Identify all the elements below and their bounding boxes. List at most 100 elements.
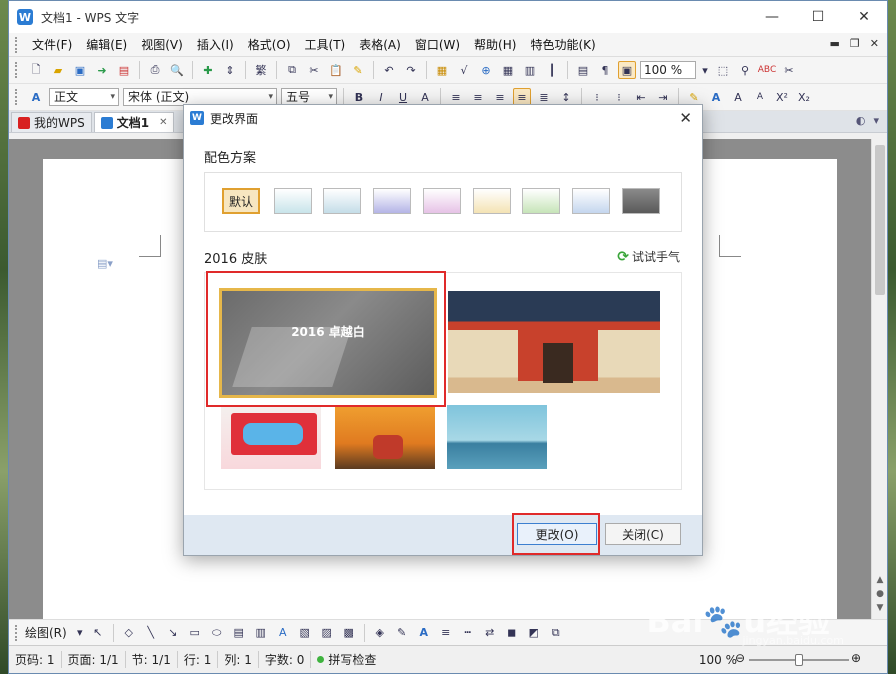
styles-icon[interactable]: A <box>27 88 45 106</box>
table-icon[interactable]: ▦ <box>499 61 517 79</box>
menu-file[interactable]: 文件(F) <box>25 36 79 53</box>
fill-color-icon[interactable]: ◈ <box>371 624 389 642</box>
autoshapes-icon[interactable]: ◇ <box>120 624 138 642</box>
swatch-pink[interactable] <box>423 188 461 214</box>
swatch-yellow[interactable] <box>473 188 511 214</box>
vertical-textbox-icon[interactable]: ▥ <box>252 624 270 642</box>
print-icon[interactable]: ⎙ <box>146 61 164 79</box>
hyperlink-icon[interactable]: ⊕ <box>477 61 495 79</box>
redo-icon[interactable]: ↷ <box>402 61 420 79</box>
print-preview-icon[interactable]: 🔍 <box>168 61 186 79</box>
swatch-cyan[interactable] <box>274 188 312 214</box>
shuffle-skins-button[interactable]: ⟳ 试试手气 <box>617 248 680 265</box>
line-color-icon[interactable]: ✎ <box>393 624 411 642</box>
find-icon[interactable]: ⚲ <box>736 61 754 79</box>
page-nav-arrows[interactable]: ▲ ● ▼ <box>874 573 886 615</box>
word-count[interactable]: 字数: 0 <box>259 651 312 668</box>
menu-special-features[interactable]: 特色功能(K) <box>523 36 602 53</box>
insert-picture-icon[interactable]: ▨ <box>318 624 336 642</box>
menu-table[interactable]: 表格(A) <box>352 36 408 53</box>
select-icon[interactable]: ⬚ <box>714 61 732 79</box>
skin-sea-horizon[interactable] <box>447 405 547 469</box>
toolbar-grip[interactable] <box>15 89 19 105</box>
tab-list-icon[interactable]: ▾ <box>873 114 879 127</box>
swatch-purple[interactable] <box>373 188 411 214</box>
toolbar-grip[interactable] <box>15 62 19 78</box>
tab-close-icon[interactable]: ✕ <box>159 117 167 128</box>
doc-minimize-icon[interactable]: ▬ <box>830 37 840 50</box>
menu-view[interactable]: 视图(V) <box>134 36 190 53</box>
menu-insert[interactable]: 插入(I) <box>190 36 241 53</box>
font-color-icon[interactable]: A <box>707 88 725 106</box>
document-map-icon[interactable]: ▤ <box>574 61 592 79</box>
skin-red-envelope[interactable] <box>221 405 321 469</box>
open-folder-icon[interactable]: ▰ <box>49 61 67 79</box>
doc-restore-icon[interactable]: ❐ <box>850 37 860 50</box>
pdf-icon[interactable]: ▤ <box>115 61 133 79</box>
paste-icon[interactable]: 📋 <box>327 61 345 79</box>
arrow-icon[interactable]: ↘ <box>164 624 182 642</box>
rectangle-icon[interactable]: ▭ <box>186 624 204 642</box>
image-icon[interactable]: ▩ <box>340 624 358 642</box>
close-dialog-button[interactable]: 关闭(C) <box>605 523 681 545</box>
chart-icon[interactable]: ┃ <box>543 61 561 79</box>
close-window-button[interactable]: ✕ <box>841 1 887 33</box>
swatch-default[interactable]: 默认 <box>222 188 260 214</box>
arrange-icon[interactable]: ⧉ <box>547 624 565 642</box>
spellcheck-icon[interactable]: ABC <box>758 61 776 79</box>
zoom-dropdown-icon[interactable]: ▾ <box>700 61 710 79</box>
toolbar-grip[interactable] <box>15 36 19 53</box>
undo-icon[interactable]: ↶ <box>380 61 398 79</box>
vertical-scrollbar[interactable]: ▲ ● ▼ <box>871 139 887 619</box>
insert-table-icon[interactable]: ▦ <box>433 61 451 79</box>
menu-edit[interactable]: 编辑(E) <box>79 36 134 53</box>
insert-object-icon[interactable]: ✚ <box>199 61 217 79</box>
line-style-icon[interactable]: ≡ <box>437 624 455 642</box>
subscript-icon[interactable]: X₂ <box>795 88 813 106</box>
format-painter-icon[interactable]: ✎ <box>349 61 367 79</box>
menu-format[interactable]: 格式(O) <box>241 36 298 53</box>
doc-close-icon[interactable]: ✕ <box>870 37 879 50</box>
wps-app-icon[interactable]: W <box>17 9 33 25</box>
skin-new-year[interactable] <box>448 291 660 393</box>
cut-icon[interactable]: ✂ <box>305 61 323 79</box>
grow-font-icon[interactable]: A <box>729 88 747 106</box>
traditional-chinese-icon[interactable]: 繁 <box>252 61 270 79</box>
tab-menu-icon[interactable]: ◐ <box>856 114 866 127</box>
show-marks-icon[interactable]: ¶ <box>596 61 614 79</box>
tab-my-wps[interactable]: 我的WPS <box>11 112 92 132</box>
draw-menu-button[interactable]: 绘图(R) <box>25 624 67 641</box>
columns-icon[interactable]: ▥ <box>521 61 539 79</box>
dialog-close-icon[interactable]: ✕ <box>679 109 692 127</box>
ellipse-icon[interactable]: ⬭ <box>208 624 226 642</box>
zoom-input[interactable]: 100 % <box>640 61 696 79</box>
wordart-icon[interactable]: A <box>274 624 292 642</box>
swatch-green[interactable] <box>522 188 560 214</box>
skin-autumn-scooter[interactable] <box>335 405 435 469</box>
zoom-in-icon[interactable]: ⊕ <box>851 651 861 665</box>
draw-dropdown-icon[interactable]: ▾ <box>75 624 85 642</box>
toolbar-grip[interactable] <box>15 624 19 641</box>
swatch-light-blue[interactable] <box>323 188 361 214</box>
tab-document1[interactable]: 文档1 ✕ <box>93 112 175 132</box>
menu-help[interactable]: 帮助(H) <box>467 36 523 53</box>
superscript-icon[interactable]: X² <box>773 88 791 106</box>
paragraph-format-icon[interactable]: ▤▾ <box>97 257 113 270</box>
zoom-slider[interactable] <box>749 654 849 666</box>
zoom-percentage[interactable]: 100 % <box>699 653 737 667</box>
reading-layout-icon[interactable]: ▣ <box>618 61 636 79</box>
line-icon[interactable]: ╲ <box>142 624 160 642</box>
dash-style-icon[interactable]: ┅ <box>459 624 477 642</box>
shrink-font-icon[interactable]: A <box>751 88 769 106</box>
page-layout-icon[interactable]: ⇕ <box>221 61 239 79</box>
shadow-icon[interactable]: ◼ <box>503 624 521 642</box>
swatch-blue[interactable] <box>572 188 610 214</box>
clipart-icon[interactable]: ▧ <box>296 624 314 642</box>
font-color-draw-icon[interactable]: A <box>415 624 433 642</box>
scrollbar-thumb[interactable] <box>875 145 885 295</box>
zoom-slider-knob[interactable] <box>795 654 803 666</box>
menu-window[interactable]: 窗口(W) <box>408 36 467 53</box>
clip-icon[interactable]: ✂ <box>780 61 798 79</box>
export-icon[interactable]: ➜ <box>93 61 111 79</box>
style-select[interactable]: 正文 <box>49 88 119 106</box>
